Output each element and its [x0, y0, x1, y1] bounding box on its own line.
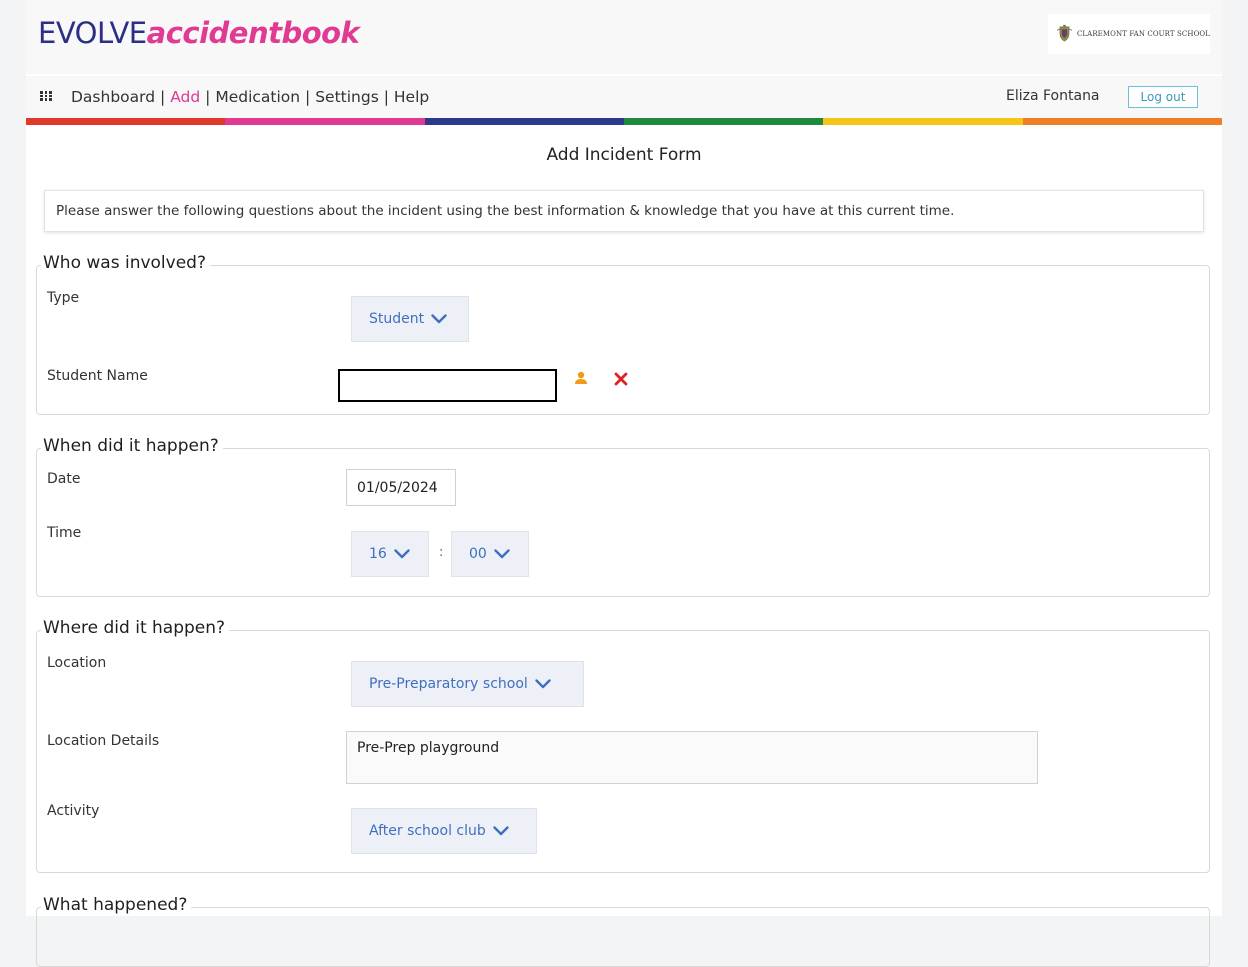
- nav-settings[interactable]: Settings: [315, 88, 379, 106]
- intro-panel: Please answer the following questions ab…: [44, 190, 1204, 232]
- rainbow-segment-navy: [424, 118, 624, 125]
- rainbow-segment-pink: [225, 118, 425, 125]
- section-when-happened: When did it happen? Date 01/05/2024 Time…: [36, 436, 1210, 597]
- clear-student-close-icon[interactable]: [614, 372, 628, 386]
- date-label: Date: [47, 471, 81, 487]
- rainbow-segment-green: [623, 118, 824, 125]
- apps-grid-icon[interactable]: [40, 91, 52, 101]
- nav-separator: |: [305, 88, 311, 106]
- activity-select-value: After school club: [369, 823, 486, 839]
- section-legend-where: Where did it happen?: [41, 618, 230, 638]
- logo-accidentbook: accidentbook: [146, 16, 360, 50]
- time-label: Time: [47, 525, 82, 541]
- time-hour-select[interactable]: 16: [351, 531, 429, 577]
- select-student-person-icon[interactable]: [574, 371, 588, 385]
- app-logo[interactable]: EVOLVEaccidentbook: [38, 16, 360, 50]
- chevron-down-icon: [494, 549, 510, 559]
- intro-text: Please answer the following questions ab…: [56, 203, 955, 219]
- logo-evolve: EVOLVE: [38, 16, 147, 50]
- current-user-name: Eliza Fontana: [1006, 88, 1100, 104]
- time-separator: :: [439, 545, 444, 560]
- section-who-involved: Who was involved? Type Student Student N…: [36, 253, 1210, 415]
- rainbow-segment-red: [26, 118, 226, 125]
- student-name-label: Student Name: [47, 368, 148, 384]
- type-select-value: Student: [369, 311, 425, 327]
- type-select[interactable]: Student: [351, 296, 469, 342]
- activity-label: Activity: [47, 803, 100, 819]
- location-details-textarea[interactable]: Pre-Prep playground: [346, 731, 1038, 784]
- section-where-happened: Where did it happen? Location Pre-Prepar…: [36, 618, 1210, 873]
- rainbow-segment-yellow: [823, 118, 1023, 125]
- date-input[interactable]: 01/05/2024: [346, 469, 456, 506]
- location-select-value: Pre-Preparatory school: [369, 676, 528, 692]
- activity-select[interactable]: After school club: [351, 808, 537, 854]
- rainbow-segment-orange: [1022, 118, 1222, 125]
- location-label: Location: [47, 655, 107, 671]
- nav-medication[interactable]: Medication: [215, 88, 300, 106]
- time-minute-value: 00: [469, 546, 487, 562]
- nav-links: Dashboard | Add | Medication | Settings …: [71, 88, 429, 106]
- section-legend-what: What happened?: [41, 895, 192, 915]
- chevron-down-icon: [535, 679, 551, 689]
- time-hour-value: 16: [369, 546, 387, 562]
- school-crest-icon: [1056, 24, 1072, 42]
- nav-separator: |: [383, 88, 389, 106]
- type-label: Type: [47, 290, 80, 306]
- nav-separator: |: [205, 88, 211, 106]
- form-title: Add Incident Form: [546, 145, 702, 165]
- nav-separator: |: [160, 88, 166, 106]
- section-what-happened: What happened?: [36, 895, 1210, 967]
- nav-dashboard[interactable]: Dashboard: [71, 88, 155, 106]
- date-input-value: 01/05/2024: [357, 479, 438, 496]
- nav-add[interactable]: Add: [170, 88, 200, 106]
- location-details-value: Pre-Prep playground: [357, 740, 500, 756]
- chevron-down-icon: [431, 314, 447, 324]
- school-logo: CLAREMONT FAN COURT SCHOOL: [1048, 14, 1210, 54]
- section-legend-when: When did it happen?: [41, 436, 223, 456]
- location-details-label: Location Details: [47, 733, 160, 749]
- rainbow-divider: [26, 118, 1222, 125]
- chevron-down-icon: [493, 826, 509, 836]
- main-nav: Dashboard | Add | Medication | Settings …: [26, 76, 1222, 118]
- section-legend-who: Who was involved?: [41, 253, 210, 273]
- logout-button[interactable]: Log out: [1128, 86, 1198, 108]
- time-minute-select[interactable]: 00: [451, 531, 529, 577]
- school-name: CLAREMONT FAN COURT SCHOOL: [1076, 30, 1210, 38]
- chevron-down-icon: [394, 549, 410, 559]
- nav-help[interactable]: Help: [394, 88, 429, 106]
- student-name-input[interactable]: [338, 369, 557, 402]
- location-select[interactable]: Pre-Preparatory school: [351, 661, 584, 707]
